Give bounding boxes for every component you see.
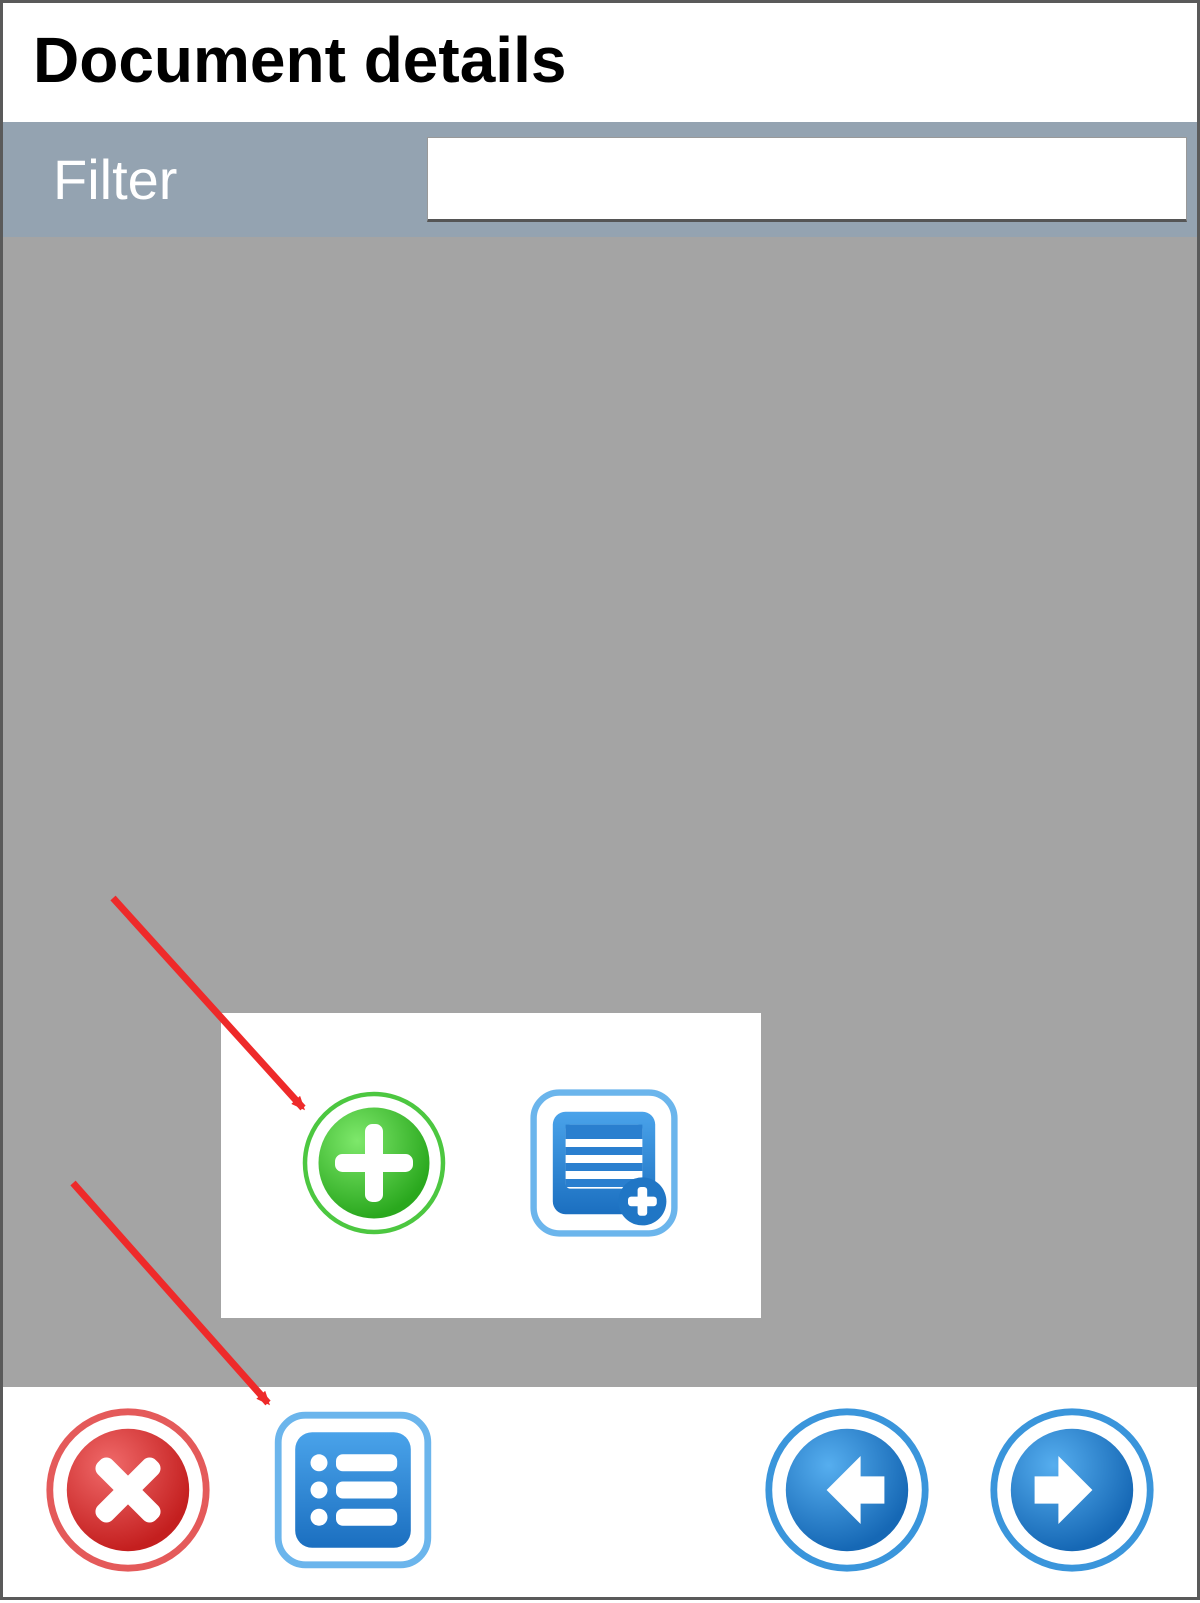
content-area <box>3 237 1197 1387</box>
filter-bar: Filter <box>3 122 1197 237</box>
toolbar-left-group <box>43 1405 438 1580</box>
close-icon <box>43 1405 213 1580</box>
bottom-toolbar <box>3 1387 1197 1597</box>
table-plus-icon <box>524 1083 684 1248</box>
list-icon <box>268 1405 438 1580</box>
add-menu-popup <box>221 1013 761 1318</box>
app-frame: Document details Filter <box>0 0 1200 1600</box>
toolbar-right-group <box>762 1405 1157 1580</box>
filter-label: Filter <box>53 147 177 212</box>
filter-input-wrap <box>427 137 1187 222</box>
previous-button[interactable] <box>762 1405 932 1580</box>
arrow-left-icon <box>762 1405 932 1580</box>
filter-input[interactable] <box>427 137 1187 222</box>
add-table-button[interactable] <box>524 1083 684 1248</box>
plus-icon <box>299 1088 449 1243</box>
page-title: Document details <box>33 23 1167 97</box>
list-menu-button[interactable] <box>268 1405 438 1580</box>
next-button[interactable] <box>987 1405 1157 1580</box>
arrow-right-icon <box>987 1405 1157 1580</box>
add-button[interactable] <box>299 1088 449 1243</box>
header: Document details <box>3 3 1197 122</box>
close-button[interactable] <box>43 1405 213 1580</box>
